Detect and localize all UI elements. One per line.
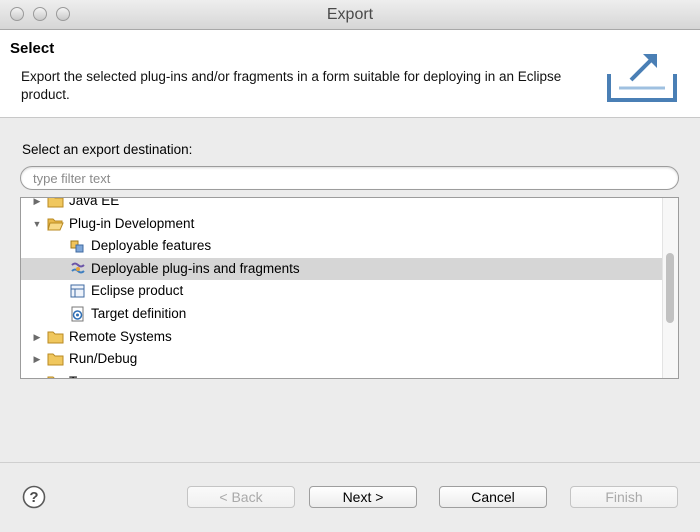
tree-item-remote-systems[interactable]: ▶ Remote Systems — [21, 326, 664, 349]
tree-item-target-definition[interactable]: Target definition — [21, 303, 664, 326]
export-destination-tree[interactable]: ▶ Java EE ▼ Plug-in Development Deployab… — [20, 197, 679, 379]
tree-item-label: Remote Systems — [69, 328, 172, 344]
folder-icon — [47, 353, 64, 366]
tree-item-label: Target definition — [91, 305, 187, 321]
tree-item-label: Deployable features — [91, 238, 212, 254]
next-button[interactable]: Next > — [309, 486, 417, 508]
cancel-button[interactable]: Cancel — [439, 486, 547, 508]
page-title: Select — [10, 40, 55, 57]
expand-arrow-icon[interactable]: ▶ — [31, 348, 43, 370]
page-description: Export the selected plug-ins and/or frag… — [21, 69, 562, 102]
scrollbar-thumb[interactable] — [666, 253, 674, 323]
wizard-header: Select Export the selected plug-ins and/… — [0, 30, 700, 118]
help-icon[interactable]: ? — [22, 485, 46, 509]
tree-item-label: Team — [69, 371, 102, 378]
export-wizard-icon — [607, 54, 677, 102]
svg-text:?: ? — [29, 489, 38, 506]
tree-item-run-debug[interactable]: ▶ Run/Debug — [21, 348, 664, 371]
filter-input[interactable] — [20, 166, 679, 190]
target-icon — [71, 306, 84, 322]
tree-item-label: Plug-in Development — [69, 215, 195, 231]
folder-open-icon — [47, 218, 64, 231]
tree-item-java-ee[interactable]: ▶ Java EE — [21, 197, 664, 213]
footer-divider — [0, 462, 700, 463]
finish-button[interactable]: Finish — [570, 486, 678, 508]
expand-arrow-icon[interactable]: ▶ — [31, 326, 43, 348]
back-button[interactable]: < Back — [187, 486, 295, 508]
product-icon — [70, 284, 85, 298]
tree-item-team[interactable]: ▶ Team — [21, 371, 664, 378]
folder-icon — [47, 376, 55, 378]
tree-item-label: Java EE — [69, 197, 120, 208]
tree-item-plugin-development[interactable]: ▼ Plug-in Development — [21, 213, 664, 236]
tree-item-eclipse-product[interactable]: Eclipse product — [21, 280, 664, 303]
tree-scrollbar[interactable] — [662, 198, 678, 378]
tree-item-label: Deployable plug-ins and fragments — [91, 260, 300, 276]
feature-icon — [70, 240, 84, 253]
folder-icon — [47, 198, 64, 208]
tree-item-label: Run/Debug — [69, 351, 138, 367]
tree-item-deployable-features[interactable]: Deployable features — [21, 235, 664, 258]
plugin-icon — [71, 262, 85, 274]
expand-arrow-icon[interactable]: ▶ — [31, 371, 43, 378]
folder-icon — [47, 331, 64, 344]
title-bar: Export — [0, 0, 700, 30]
collapse-arrow-icon[interactable]: ▼ — [31, 213, 43, 235]
expand-arrow-icon[interactable]: ▶ — [31, 198, 43, 212]
tree-item-label: Eclipse product — [91, 283, 184, 299]
window-title: Export — [326, 6, 374, 23]
export-dialog: Export Select Export the selected plug-i… — [0, 0, 700, 532]
tree-item-deployable-plugins[interactable]: Deployable plug-ins and fragments — [21, 257, 664, 281]
destination-label: Select an export destination: — [22, 142, 193, 157]
